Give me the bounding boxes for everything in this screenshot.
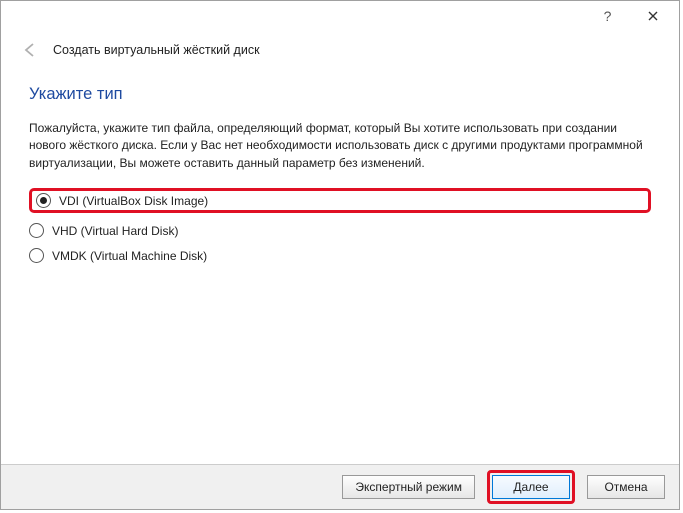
wizard-title: Создать виртуальный жёсткий диск: [53, 43, 260, 57]
radio-option-vdi-highlight: VDI (VirtualBox Disk Image): [29, 188, 651, 213]
next-button-highlight: Далее: [487, 470, 575, 504]
close-button[interactable]: [630, 2, 675, 30]
radio-label: VHD (Virtual Hard Disk): [52, 224, 178, 238]
description-text: Пожалуйста, укажите тип файла, определяю…: [29, 120, 651, 172]
back-arrow-icon: [22, 42, 38, 58]
button-bar: Экспертный режим Далее Отмена: [1, 464, 679, 509]
radio-option-vhd[interactable]: VHD (Virtual Hard Disk): [29, 223, 651, 238]
radio-label: VDI (VirtualBox Disk Image): [59, 194, 208, 208]
radio-icon: [29, 223, 44, 238]
dialog-window: ? Создать виртуальный жёсткий диск Укажи…: [0, 0, 680, 510]
cancel-button[interactable]: Отмена: [587, 475, 665, 499]
header-row: Создать виртуальный жёсткий диск: [1, 31, 679, 67]
back-button[interactable]: [19, 39, 41, 61]
radio-icon: [29, 248, 44, 263]
expert-mode-button[interactable]: Экспертный режим: [342, 475, 475, 499]
disk-type-radio-group: VDI (VirtualBox Disk Image) VHD (Virtual…: [29, 188, 651, 263]
help-button[interactable]: ?: [585, 2, 630, 30]
titlebar: ?: [1, 1, 679, 31]
close-icon: [648, 11, 658, 21]
radio-option-vmdk[interactable]: VMDK (Virtual Machine Disk): [29, 248, 651, 263]
next-button[interactable]: Далее: [492, 475, 570, 499]
radio-option-vdi[interactable]: VDI (VirtualBox Disk Image): [36, 193, 208, 208]
section-title: Укажите тип: [29, 85, 651, 104]
content-area: Укажите тип Пожалуйста, укажите тип файл…: [1, 67, 679, 464]
radio-label: VMDK (Virtual Machine Disk): [52, 249, 207, 263]
radio-icon: [36, 193, 51, 208]
